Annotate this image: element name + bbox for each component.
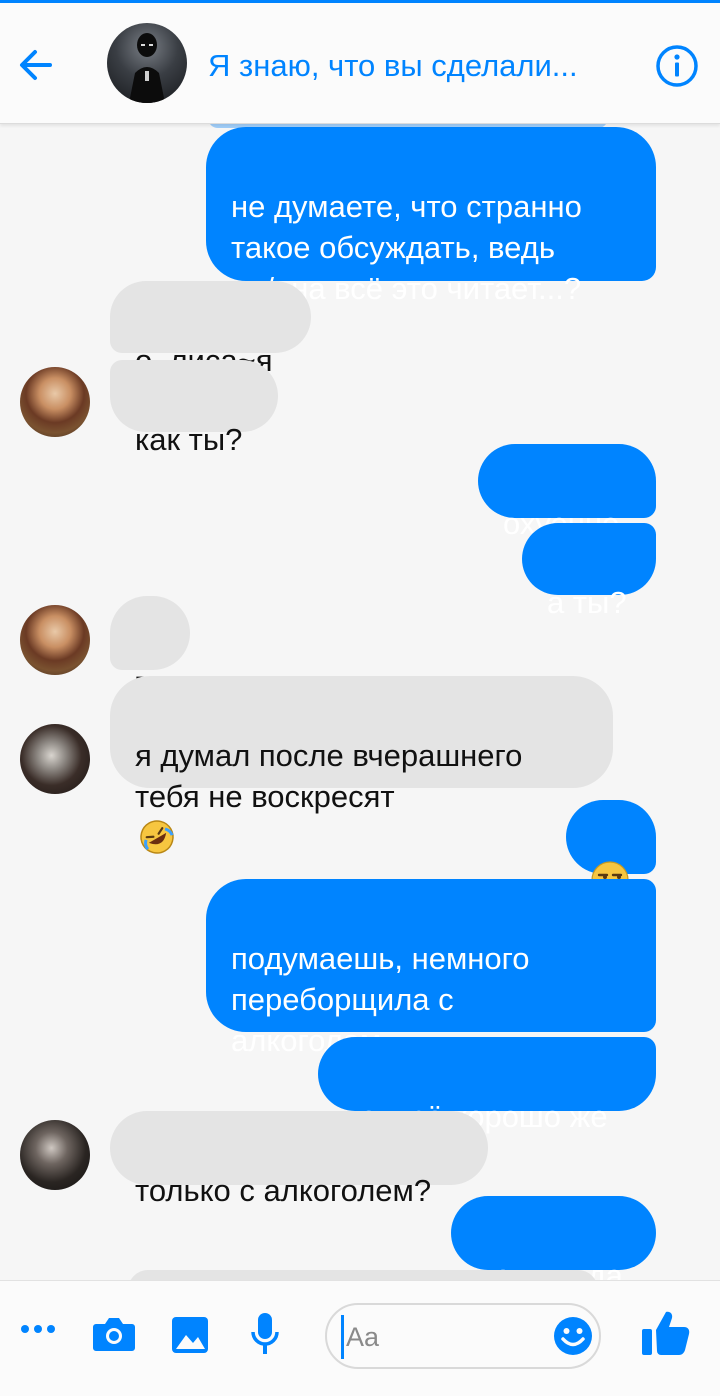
more-dots-icon	[21, 1325, 55, 1333]
camera-button[interactable]	[92, 1315, 136, 1358]
gallery-icon	[172, 1317, 208, 1353]
group-avatar[interactable]	[107, 23, 187, 103]
sender-avatar[interactable]	[20, 605, 90, 675]
camera-icon	[93, 1318, 135, 1351]
sender-avatar[interactable]	[20, 1120, 90, 1190]
emoji-smile-icon[interactable]	[553, 1316, 593, 1356]
message-input[interactable]	[341, 1315, 548, 1359]
partial-message-bubble	[128, 1270, 598, 1280]
message-outgoing[interactable]: а ты?	[522, 523, 656, 620]
message-outgoing[interactable]: лол, ну да	[451, 1196, 656, 1280]
message-incoming[interactable]: как ты?	[110, 360, 278, 457]
rolling-on-floor-laughing-emoji	[140, 820, 174, 854]
info-icon	[656, 45, 698, 87]
gallery-button[interactable]	[170, 1315, 210, 1360]
mask-figure-icon	[129, 33, 165, 103]
message-list[interactable]: не думаете, что странно такое обсуждать,…	[0, 124, 720, 1280]
sender-avatar[interactable]	[20, 367, 90, 437]
message-composer	[0, 1280, 720, 1396]
message-incoming[interactable]: только с алкоголем?	[110, 1111, 488, 1208]
message-outgoing[interactable]: но, всё хорошо же	[318, 1037, 656, 1134]
microphone-button[interactable]	[250, 1311, 280, 1362]
message-text: а ты?	[547, 585, 627, 620]
message-text: только с алкоголем?	[135, 1173, 432, 1208]
message-outgoing[interactable]: подумаешь, немного переборщила с алкогол…	[206, 879, 656, 1058]
info-button[interactable]	[654, 43, 700, 89]
message-outgoing[interactable]: охуенно	[478, 444, 656, 541]
arrow-left-icon	[20, 50, 52, 80]
message-incoming[interactable]: о, лиса~я	[110, 281, 311, 378]
message-outgoing[interactable]	[566, 800, 656, 899]
conversation-header: Я знаю, что вы сделали...	[0, 3, 720, 124]
back-button[interactable]	[14, 43, 58, 87]
thumbs-up-icon	[642, 1311, 690, 1355]
sender-avatar[interactable]	[20, 724, 90, 794]
more-button[interactable]	[20, 1321, 56, 1342]
message-incoming[interactable]: я думал после вчерашнего тебя не воскрес…	[110, 676, 613, 854]
message-outgoing[interactable]: не думаете, что странно такое обсуждать,…	[206, 127, 656, 306]
message-input-box[interactable]	[325, 1303, 601, 1369]
message-incoming[interactable]: -_-	[110, 596, 190, 734]
like-button[interactable]	[640, 1309, 690, 1362]
message-text: я думал после вчерашнего тебя не воскрес…	[135, 738, 523, 814]
microphone-icon	[251, 1313, 279, 1354]
message-text: как ты?	[135, 422, 243, 457]
conversation-title[interactable]: Я знаю, что вы сделали...	[208, 48, 628, 84]
